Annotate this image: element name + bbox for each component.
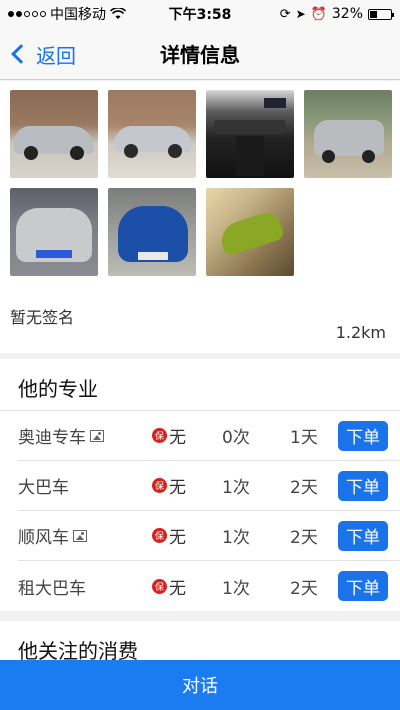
insurance-badge-icon: 保 (152, 428, 167, 443)
back-button[interactable]: 返回 (8, 28, 76, 80)
specialty-name-label: 租大巴车 (18, 578, 86, 599)
detail-content[interactable]: 暂无签名 1.2km 他的专业 奥迪专车 保 无 0次 1天 下单 大巴车 保 … (0, 81, 400, 660)
distance-text: 1.2km (335, 323, 386, 342)
order-button[interactable]: 下单 (338, 520, 388, 551)
nav-bar: 返回 详情信息 (0, 28, 400, 80)
followed-section: 他关注的消费 (0, 621, 400, 660)
signal-icon (8, 11, 46, 17)
specialty-list: 奥迪专车 保 无 0次 1天 下单 大巴车 保 无 1次 2天 下单 顺风车 保… (0, 411, 400, 611)
status-bar: 中国移动 下午3:58 ⟳ ➤ ⏰ 32% (0, 0, 400, 28)
carrier-label: 中国移动 (50, 7, 106, 23)
order-count: 1次 (222, 478, 250, 498)
insurance-cell: 保 无 (152, 423, 222, 448)
signature-text: 暂无签名 (10, 308, 75, 327)
insurance-badge-icon: 保 (152, 528, 167, 543)
insurance-cell: 保 无 (152, 574, 222, 599)
location-icon: ➤ (295, 7, 306, 21)
order-count: 0次 (222, 428, 250, 448)
car-photo-blue-car[interactable] (108, 188, 196, 276)
order-button[interactable]: 下单 (338, 571, 388, 601)
car-photo-interior[interactable] (206, 90, 294, 178)
insurance-value: 无 (169, 578, 186, 599)
image-icon (73, 529, 87, 542)
specialty-name: 租大巴车 (18, 574, 152, 599)
alarm-icon: ⏰ (310, 6, 327, 22)
car-photo-van[interactable] (304, 90, 392, 178)
order-button[interactable]: 下单 (338, 420, 388, 451)
car-photo-nissan[interactable] (10, 188, 98, 276)
insurance-badge-icon: 保 (152, 478, 167, 493)
insurance-value: 无 (169, 528, 186, 548)
specialty-name: 大巴车 (18, 473, 152, 498)
page-title: 详情信息 (160, 43, 240, 67)
specialty-row[interactable]: 顺风车 保 无 1次 2天 下单 (18, 511, 400, 561)
wifi-icon (110, 8, 126, 19)
specialty-row[interactable]: 大巴车 保 无 1次 2天 下单 (18, 461, 400, 511)
rotation-lock-icon: ⟳ (279, 6, 291, 22)
followed-title: 他关注的消费 (18, 639, 138, 660)
back-label: 返回 (36, 43, 76, 68)
insurance-cell: 保 无 (152, 473, 222, 498)
insurance-value: 无 (169, 428, 186, 448)
car-photo-audi-side[interactable] (10, 90, 98, 178)
order-count: 1次 (222, 578, 250, 599)
specialty-name-label: 奥迪专车 (18, 428, 86, 448)
order-count: 1次 (222, 528, 250, 548)
status-right: ⟳ ➤ ⏰ 32% (279, 6, 394, 22)
image-icon (90, 429, 104, 442)
specialty-name-label: 顺风车 (18, 528, 69, 548)
specialty-name-label: 大巴车 (18, 478, 69, 498)
chat-button[interactable]: 对话 (0, 660, 400, 710)
car-photo-green-car[interactable] (206, 188, 294, 276)
car-photo-audi-sedan[interactable] (108, 90, 196, 178)
order-button[interactable]: 下单 (338, 470, 388, 501)
battery-percent: 32% (331, 6, 363, 22)
specialty-title: 他的专业 (0, 359, 400, 411)
insurance-badge-icon: 保 (152, 578, 167, 594)
insurance-cell: 保 无 (152, 523, 222, 548)
specialty-name: 奥迪专车 (18, 423, 152, 448)
specialty-section: 他的专业 奥迪专车 保 无 0次 1天 下单 大巴车 保 无 1次 2天 下单 … (0, 359, 400, 611)
specialty-name: 顺风车 (18, 523, 152, 548)
status-left: 中国移动 (8, 4, 126, 24)
insurance-value: 无 (169, 478, 186, 498)
chevron-left-icon (11, 44, 31, 64)
specialty-row[interactable]: 奥迪专车 保 无 0次 1天 下单 (18, 411, 400, 461)
specialty-row[interactable]: 租大巴车 保 无 1次 2天 下单 (18, 561, 400, 611)
profile-card: 暂无签名 1.2km (0, 81, 400, 353)
battery-icon (368, 8, 394, 20)
photo-grid (10, 90, 392, 276)
